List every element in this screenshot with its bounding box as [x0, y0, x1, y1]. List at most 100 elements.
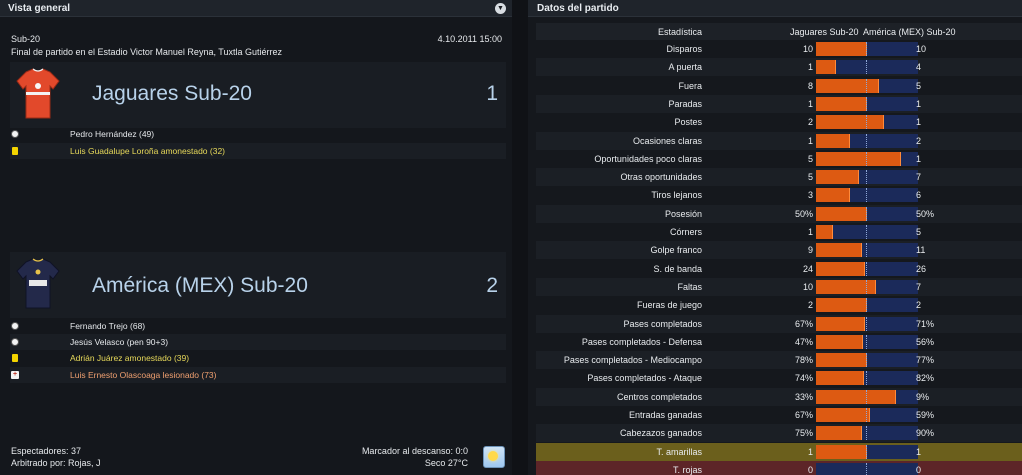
stat-bar-midline — [866, 188, 867, 203]
stat-label: Pases completados - Mediocampo — [563, 355, 702, 366]
stat-row: Oportunidades poco claras 5 1 — [536, 150, 1022, 168]
stat-row: Cabezazos ganados 75% 90% — [536, 424, 1022, 443]
stat-home-value: 10 — [802, 281, 813, 292]
stat-home-value: 67% — [794, 318, 813, 329]
stat-home-bar — [816, 371, 864, 386]
stat-home-value: 24 — [802, 263, 813, 274]
stat-label: Córners — [669, 227, 702, 237]
stat-label: Pases completados — [623, 318, 702, 329]
stat-home-bar — [816, 133, 850, 148]
away-team-name[interactable]: América (MEX) Sub-20 — [92, 274, 308, 298]
event-text[interactable]: Jesús Velasco (pen 90+3) — [70, 337, 168, 347]
stat-row: Fuera 8 5 — [536, 77, 1022, 95]
stat-away-value: 26 — [916, 263, 927, 274]
stat-comparison-bar — [816, 261, 918, 276]
header-home-team[interactable]: Jaguares Sub-20 — [790, 27, 859, 37]
stat-row: Córners 1 5 — [536, 223, 1022, 241]
stat-row: Postes 2 1 — [536, 113, 1022, 131]
stat-row: Faltas 10 7 — [536, 277, 1022, 296]
stat-away-value: 77% — [916, 355, 935, 366]
stat-label: Paradas — [668, 98, 702, 109]
stat-row: Centros completados 33% 9% — [536, 387, 1022, 406]
stats-panel-header: Datos del partido — [528, 0, 1022, 17]
stat-home-bar — [816, 60, 836, 75]
away-event-goal: Fernando Trejo (68) — [10, 318, 506, 334]
stat-comparison-bar — [816, 188, 918, 203]
stat-bar-midline — [866, 243, 867, 258]
stat-away-value: 5 — [916, 227, 922, 237]
stat-away-value: 56% — [916, 336, 935, 347]
attendance: Espectadores: 37 — [11, 446, 82, 456]
stat-label: T. amarillas — [656, 446, 702, 457]
home-team-score: 1 — [486, 82, 498, 105]
stat-row: Paradas 1 1 — [536, 94, 1022, 113]
referee[interactable]: Arbitrado por: Rojas, J — [11, 458, 101, 468]
stat-home-bar — [816, 279, 876, 294]
stat-home-value: 74% — [794, 373, 813, 384]
stat-comparison-bar — [816, 353, 918, 368]
stat-away-value: 50% — [916, 208, 935, 219]
stat-row: Entradas ganadas 67% 59% — [536, 406, 1022, 424]
stat-row: A puerta 1 4 — [536, 58, 1022, 77]
stat-bar-midline — [866, 60, 867, 75]
event-text[interactable]: Luis Ernesto Olascoaga lesionado (73) — [70, 370, 216, 380]
stat-comparison-bar — [816, 78, 918, 93]
stat-home-value: 47% — [794, 336, 813, 347]
stat-row: Pases completados - Mediocampo 78% 77% — [536, 351, 1022, 370]
event-text[interactable]: Pedro Hernández (49) — [70, 129, 154, 139]
stat-row: Disparos 10 10 — [536, 40, 1022, 58]
away-event-yellow: Adrián Juárez amonestado (39) — [10, 350, 506, 366]
stat-bar-midline — [866, 78, 867, 93]
stat-home-value: 3 — [807, 190, 813, 201]
stat-comparison-bar — [816, 133, 918, 148]
stat-bar-midline — [866, 225, 867, 239]
stat-bar-midline — [866, 426, 867, 441]
stat-home-bar — [816, 298, 867, 313]
stat-away-value: 7 — [916, 281, 922, 292]
stat-away-value: 71% — [916, 318, 935, 329]
stat-away-value: 4 — [916, 62, 922, 73]
weather-text: Seco 27°C — [424, 458, 468, 468]
header-statistic[interactable]: Estadística — [658, 27, 702, 37]
stat-home-value: 33% — [794, 391, 813, 402]
event-text[interactable]: Luis Guadalupe Loroña amonestado (32) — [70, 146, 225, 156]
overview-title: Vista general — [8, 2, 71, 14]
stat-label: Pases completados - Defensa — [581, 336, 702, 347]
stat-home-value: 2 — [807, 117, 813, 128]
away-team-block: América (MEX) Sub-20 2 — [10, 252, 506, 318]
stat-label: Ocasiones claras — [632, 135, 702, 146]
stat-away-value: 9% — [916, 391, 930, 402]
stat-home-bar — [816, 115, 884, 130]
stat-away-value: 59% — [916, 410, 935, 420]
stat-row: Fueras de juego 2 2 — [536, 296, 1022, 314]
stat-bar-midline — [866, 334, 867, 349]
stats-table-header: Estadística Jaguares Sub-20 América (MEX… — [536, 23, 1022, 40]
stat-home-value: 9 — [807, 245, 813, 256]
home-team-name[interactable]: Jaguares Sub-20 — [92, 82, 252, 106]
stat-home-value: 5 — [807, 153, 813, 164]
stat-comparison-bar — [816, 298, 918, 313]
stat-home-bar — [816, 225, 833, 239]
event-text[interactable]: Adrián Juárez amonestado (39) — [70, 353, 189, 363]
stat-home-bar — [816, 444, 867, 459]
stat-away-value: 1 — [916, 98, 922, 109]
stat-comparison-bar — [816, 371, 918, 386]
stat-bar-midline — [866, 444, 867, 459]
stat-row: Posesión 50% 50% — [536, 204, 1022, 223]
header-away-team[interactable]: América (MEX) Sub-20 — [863, 27, 956, 37]
collapse-icon[interactable]: ▼ — [495, 3, 506, 14]
stat-home-bar — [816, 170, 859, 185]
overview-header: Vista general — [0, 0, 512, 17]
stat-comparison-bar — [816, 60, 918, 75]
stat-home-value: 5 — [807, 172, 813, 183]
stat-home-bar — [816, 78, 879, 93]
event-text[interactable]: Fernando Trejo (68) — [70, 321, 145, 331]
stat-bar-midline — [866, 261, 867, 276]
stat-bar-midline — [866, 206, 867, 221]
stat-home-value: 78% — [794, 355, 813, 366]
stat-home-bar — [816, 426, 862, 441]
stat-label: Posesión — [664, 208, 702, 219]
stat-home-bar — [816, 408, 870, 422]
stat-row: Golpe franco 9 11 — [536, 241, 1022, 260]
stat-comparison-bar — [816, 279, 918, 294]
